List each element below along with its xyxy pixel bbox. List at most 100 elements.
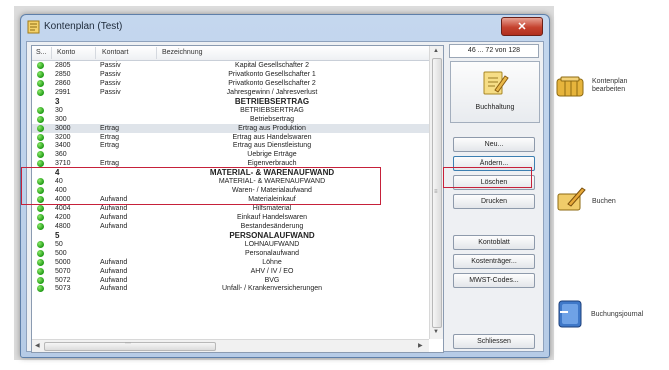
scroll-left-icon[interactable]: ◀ bbox=[35, 342, 40, 349]
status-dot-icon bbox=[37, 124, 44, 132]
table-row[interactable]: 4004 Aufwand Hilfsmaterial bbox=[32, 204, 429, 213]
column-separator bbox=[51, 47, 52, 59]
table-row[interactable]: 2805 Passiv Kapital Gesellschafter 2 bbox=[32, 61, 429, 70]
cell-konto: 4004 bbox=[55, 205, 71, 212]
table-row[interactable]: 2850 Passiv Privatkonto Gesellschafter 1 bbox=[32, 70, 429, 79]
table-row[interactable]: 50 LOHNAUFWAND bbox=[32, 240, 429, 249]
vertical-scroll-thumb[interactable]: ≡ bbox=[432, 58, 442, 328]
status-dot-icon bbox=[37, 213, 44, 221]
close-icon: ✕ bbox=[517, 21, 527, 33]
schliessen-button[interactable]: Schliessen bbox=[453, 334, 535, 349]
table-row[interactable]: 3400 Ertrag Ertrag aus Dienstleistung bbox=[32, 141, 429, 150]
cell-konto: 5 bbox=[55, 230, 60, 240]
cell-konto: 2991 bbox=[55, 88, 71, 96]
status-dot-icon bbox=[37, 240, 44, 248]
drucken-button[interactable]: Drucken bbox=[453, 194, 535, 209]
horizontal-scrollbar[interactable]: ◀ ⋯ ▶ bbox=[32, 339, 429, 352]
cell-kontoart: Aufwand bbox=[100, 267, 128, 275]
kontoblatt-button[interactable]: Kontoblatt bbox=[453, 235, 535, 250]
cell-bezeichnung: Hilfsmaterial bbox=[252, 205, 292, 212]
buchhaltung-button[interactable]: Buchhaltung bbox=[450, 61, 540, 123]
kostentraeger-button[interactable]: Kostenträger... bbox=[453, 254, 535, 269]
table-row[interactable]: 2991 Passiv Jahresgewinn / Jahresverlust bbox=[32, 88, 429, 97]
table-row[interactable]: 5 PERSONALAUFWAND bbox=[32, 231, 429, 240]
scroll-down-icon[interactable]: ▼ bbox=[433, 329, 439, 335]
status-dot-icon bbox=[37, 222, 44, 230]
status-dot-icon bbox=[37, 205, 44, 212]
shortcut-label-line1: Kontenplan bbox=[592, 78, 628, 85]
window-title: Kontenplan (Test) bbox=[44, 21, 123, 32]
table-row[interactable]: 4200 Aufwand Einkauf Handelswaren bbox=[32, 213, 429, 222]
journal-book-icon bbox=[558, 300, 582, 328]
table-row[interactable]: 300 Betriebsertrag bbox=[32, 115, 429, 124]
cell-konto: 2860 bbox=[55, 79, 71, 87]
window-app-icon bbox=[27, 20, 40, 34]
status-dot-icon bbox=[37, 88, 44, 96]
table-row[interactable]: 30 BETRIEBSERTRAG bbox=[32, 106, 429, 115]
cell-bezeichnung: Jahresgewinn / Jahresverlust bbox=[226, 88, 318, 96]
cell-bezeichnung: BVG bbox=[264, 276, 280, 284]
title-bar[interactable]: Kontenplan (Test) ✕ bbox=[21, 15, 549, 41]
cell-konto: 5070 bbox=[55, 267, 71, 275]
mwst-codes-button[interactable]: MWST-Codes... bbox=[453, 273, 535, 288]
table-row[interactable]: 5000 Aufwand Löhne bbox=[32, 258, 429, 267]
neu-button[interactable]: Neu... bbox=[453, 137, 535, 152]
column-header-bezeichnung[interactable]: Bezeichnung bbox=[162, 49, 202, 56]
column-header-kontoart[interactable]: Kontoart bbox=[102, 49, 128, 56]
cell-kontoart: Aufwand bbox=[100, 205, 128, 212]
cell-konto: 360 bbox=[55, 151, 67, 159]
shortcut-kontenplan[interactable]: Kontenplan bearbeiten bbox=[556, 73, 666, 103]
scroll-right-icon[interactable]: ▶ bbox=[418, 342, 423, 349]
status-dot-icon bbox=[37, 142, 44, 150]
status-dot-icon bbox=[37, 151, 44, 159]
status-dot-icon bbox=[37, 267, 44, 275]
status-dot-icon bbox=[37, 62, 44, 69]
shortcut-buchungsjournal[interactable]: Buchungsjournal bbox=[556, 298, 669, 332]
table-row[interactable]: 3200 Ertrag Ertrag aus Handelswaren bbox=[32, 133, 429, 142]
scroll-up-icon[interactable]: ▲ bbox=[433, 48, 439, 54]
booking-pencil-icon bbox=[557, 187, 586, 211]
status-dot-icon bbox=[37, 106, 44, 114]
column-header-status[interactable]: S... bbox=[36, 49, 47, 56]
cell-konto: 500 bbox=[55, 249, 67, 257]
ledger-icon bbox=[556, 76, 584, 97]
shortcut-buchen[interactable]: Buchen bbox=[556, 186, 666, 216]
cell-bezeichnung: Unfall- / Krankenversicherungen bbox=[222, 285, 322, 293]
table-row[interactable]: 360 Uebrige Erträge bbox=[32, 150, 429, 159]
cell-bezeichnung: Betriebsertrag bbox=[250, 115, 294, 123]
vertical-scrollbar[interactable]: ▲ ≡ ▼ bbox=[429, 46, 443, 339]
horizontal-scroll-thumb[interactable]: ⋯ bbox=[44, 341, 216, 351]
table-row[interactable]: 5070 Aufwand AHV / IV / EO bbox=[32, 267, 429, 276]
cell-kontoart: Ertrag bbox=[100, 142, 120, 150]
cell-konto: 4200 bbox=[55, 213, 71, 221]
cell-bezeichnung: Ertrag aus Handelswaren bbox=[232, 133, 312, 141]
cell-kontoart: Aufwand bbox=[100, 285, 128, 293]
cell-kontoart: Aufwand bbox=[100, 222, 128, 230]
status-dot-icon bbox=[37, 276, 44, 284]
table-row[interactable]: 3000 Ertrag Ertrag aus Produktion bbox=[32, 123, 429, 133]
cell-bezeichnung: Kapital Gesellschafter 2 bbox=[235, 62, 309, 69]
close-button[interactable]: ✕ bbox=[501, 17, 543, 36]
shortcut-label: Buchungsjournal bbox=[591, 311, 644, 318]
cell-bezeichnung: Uebrige Erträge bbox=[247, 151, 297, 159]
table-row[interactable]: 5072 Aufwand BVG bbox=[32, 276, 429, 285]
table-row[interactable]: 3 BETRIEBSERTRAG bbox=[32, 97, 429, 106]
shortcut-label: Buchen bbox=[592, 198, 616, 205]
cell-bezeichnung: PERSONALAUFWAND bbox=[229, 230, 315, 240]
status-dot-icon bbox=[37, 70, 44, 78]
status-dot-icon bbox=[37, 79, 44, 87]
table-row[interactable]: 5073 Aufwand Unfall- / Krankenversicherung… bbox=[32, 284, 429, 293]
shortcut-label-line2: bearbeiten bbox=[592, 86, 626, 93]
column-separator bbox=[95, 47, 96, 59]
cell-konto: 3000 bbox=[55, 124, 71, 132]
cell-kontoart: Aufwand bbox=[100, 276, 128, 284]
table-row[interactable]: 2860 Passiv Privatkonto Gesellschafter 2 bbox=[32, 79, 429, 88]
table-row[interactable]: 4800 Aufwand Bestandesänderung bbox=[32, 222, 429, 231]
status-dot-icon bbox=[37, 115, 44, 123]
table-row[interactable]: 500 Personalaufwand bbox=[32, 249, 429, 258]
column-header-konto[interactable]: Konto bbox=[57, 49, 75, 56]
cell-konto: 5072 bbox=[55, 276, 71, 284]
cell-bezeichnung: Privatkonto Gesellschafter 2 bbox=[228, 79, 316, 87]
cell-konto: 2805 bbox=[55, 62, 71, 69]
action-panel: 46 ... 72 von 128 Buchhaltung Neu... Änd… bbox=[447, 42, 544, 351]
